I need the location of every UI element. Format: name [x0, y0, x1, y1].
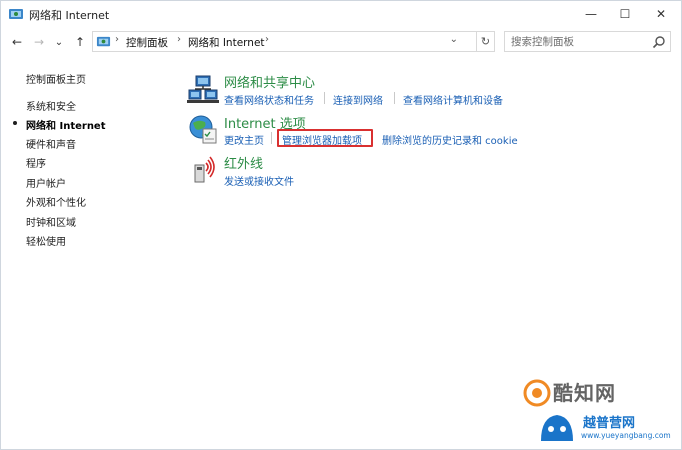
category-title-infrared[interactable]: 红外线 — [224, 153, 263, 172]
breadcrumb-separator: › — [265, 34, 269, 45]
recent-locations-button[interactable]: ⌄ — [53, 32, 65, 52]
back-arrow-icon: ← — [11, 35, 23, 49]
link-manage-browser-addons[interactable]: 管理浏览器加载项 — [282, 132, 362, 147]
chevron-down-icon: ⌄ — [54, 36, 64, 48]
link-send-receive-files[interactable]: 发送或接收文件 — [224, 173, 294, 188]
watermark-badge-icon — [541, 415, 573, 441]
sidebar-item-hardware-sound[interactable]: 硬件和声音 — [26, 136, 76, 151]
watermark-text: 酷知网 — [553, 381, 616, 405]
link-separator — [324, 92, 325, 104]
link-view-network-computers[interactable]: 查看网络计算机和设备 — [403, 92, 503, 107]
breadcrumb-item-network-internet[interactable]: 网络和 Internet — [188, 35, 265, 50]
back-button[interactable]: ← — [8, 32, 26, 52]
breadcrumb-separator: › — [177, 34, 181, 45]
search-box[interactable] — [504, 31, 671, 52]
title-bar: 网络和 Internet — ☐ ✕ — [1, 1, 681, 27]
link-view-network-status[interactable]: 查看网络状态和任务 — [224, 92, 314, 107]
link-delete-browsing-history[interactable]: 删除浏览的历史记录和 cookie — [382, 132, 518, 147]
close-icon: ✕ — [655, 7, 667, 21]
sidebar-item-network-internet[interactable]: 网络和 Internet — [26, 117, 106, 132]
close-button[interactable]: ✕ — [644, 1, 678, 27]
window-title: 网络和 Internet — [29, 9, 110, 22]
control-panel-window: 网络和 Internet — ☐ ✕ ← → ⌄ ↑ › 控制面板 › 网络和 … — [0, 0, 682, 450]
search-input[interactable] — [509, 33, 649, 50]
watermark-url: www.yueyangbang.com — [581, 431, 671, 440]
forward-button[interactable]: → — [30, 32, 48, 52]
network-sharing-icon[interactable] — [187, 73, 219, 105]
address-bar[interactable]: › 控制面板 › 网络和 Internet › ⌄ — [92, 31, 477, 52]
search-icon[interactable] — [652, 35, 666, 49]
watermark-yueyang: 越普营网 www.yueyangbang.com — [535, 409, 681, 449]
minimize-button[interactable]: — — [574, 1, 608, 27]
sidebar-item-system-security[interactable]: 系统和安全 — [26, 98, 76, 113]
link-change-homepage[interactable]: 更改主页 — [224, 132, 264, 147]
breadcrumb-item-control-panel[interactable]: 控制面板 — [126, 35, 168, 50]
up-button[interactable]: ↑ — [71, 32, 89, 52]
control-panel-icon — [96, 36, 111, 47]
link-separator — [271, 132, 272, 144]
sidebar-item-user-accounts[interactable]: 用户帐户 — [26, 175, 66, 190]
internet-options-icon[interactable] — [187, 113, 219, 145]
sidebar-item-appearance[interactable]: 外观和个性化 — [26, 194, 86, 209]
forward-arrow-icon: → — [33, 35, 45, 49]
maximize-icon: ☐ — [619, 7, 631, 21]
link-separator — [394, 92, 395, 104]
infrared-icon[interactable] — [189, 153, 221, 185]
minimize-icon: — — [585, 7, 597, 21]
sidebar-item-ease-of-access[interactable]: 轻松使用 — [26, 233, 66, 248]
category-title-network-sharing[interactable]: 网络和共享中心 — [224, 72, 315, 91]
link-connect-to-network[interactable]: 连接到网络 — [333, 92, 383, 107]
address-dropdown-icon[interactable]: ⌄ — [450, 34, 458, 45]
watermark-kuzhi: 酷知网 — [523, 377, 643, 409]
sidebar-item-programs[interactable]: 程序 — [26, 155, 46, 170]
watermark-logo-icon — [523, 379, 551, 407]
watermark-text: 越普营网 — [583, 416, 636, 431]
control-panel-icon — [9, 9, 23, 19]
sidebar-item-control-panel-home[interactable]: 控制面板主页 — [26, 71, 86, 86]
refresh-button[interactable]: ↻ — [477, 31, 495, 52]
breadcrumb-separator: › — [115, 34, 119, 45]
up-arrow-icon: ↑ — [74, 35, 86, 49]
sidebar-item-clock-region[interactable]: 时钟和区域 — [26, 214, 76, 229]
refresh-icon: ↻ — [480, 35, 491, 48]
current-item-bullet — [13, 121, 17, 125]
maximize-button[interactable]: ☐ — [608, 1, 642, 27]
address-row: ← → ⌄ ↑ › 控制面板 › 网络和 Internet › ⌄ ↻ — [1, 29, 681, 55]
